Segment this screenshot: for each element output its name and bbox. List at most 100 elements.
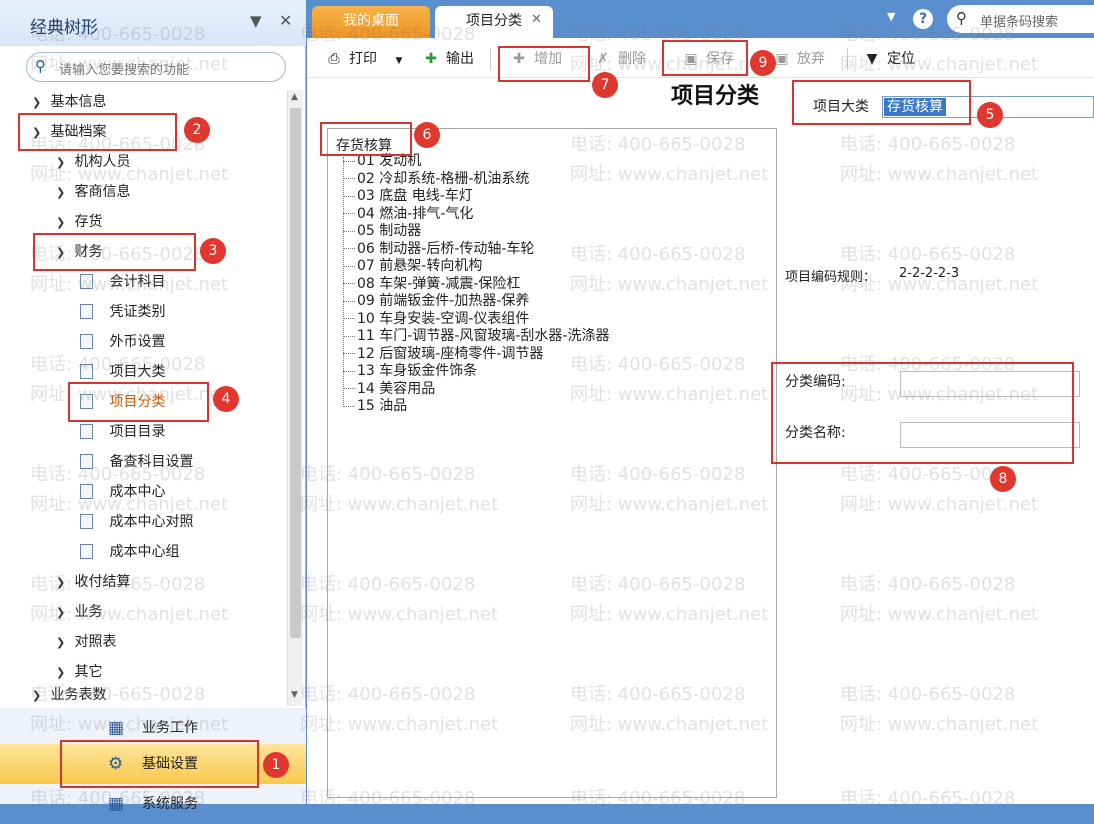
tab-bar: 我的桌面 项目分类 ✕ ▼ ? ⚲ 单据条码搜索 (307, 0, 1094, 38)
scroll-down-icon[interactable]: ▼ (291, 690, 298, 700)
annotation-badge-4: 4 (213, 386, 239, 412)
tab-my-desktop[interactable]: 我的桌面 (312, 6, 430, 38)
close-icon[interactable]: ✕ (279, 11, 292, 30)
tree-node-inventory[interactable]: ❯ 存货 (56, 211, 102, 233)
tree-node-label: 成本中心 (109, 484, 166, 500)
tree-item-label: 11 车门-调节器-风窗玻璃-刮水器-洗涤器 (357, 328, 610, 344)
sidebar-scrollbar[interactable]: ▲ ▼ (287, 90, 303, 706)
code-rule-label: 项目编码规则： (785, 270, 877, 285)
document-icon (80, 303, 93, 319)
tree-item[interactable]: 09 前端钣金件-加热器-保养 (343, 293, 529, 310)
delete-button[interactable]: ✗ 删除 (594, 48, 646, 70)
tree-connector (343, 283, 355, 284)
tree-node-label: 项目目录 (109, 424, 166, 440)
tree-item[interactable]: 02 冷却系统-格栅-机油系统 (343, 171, 529, 188)
annotation-badge-7: 7 (592, 72, 618, 98)
search-icon: ⚲ (35, 57, 46, 75)
print-button[interactable]: ⎙ 打印 ▼ (325, 48, 402, 70)
tree-item[interactable]: 14 美容用品 (343, 381, 435, 398)
annotation-box-5 (792, 80, 971, 125)
tree-item-label: 03 底盘 电线-车灯 (357, 188, 473, 204)
locate-button[interactable]: ▼ 定位 (863, 48, 915, 70)
code-rule-value: 2-2-2-2-3 (899, 266, 960, 281)
tree-item[interactable]: 12 后窗玻璃-座椅零件-调节器 (343, 346, 543, 363)
tree-node-customer-supplier[interactable]: ❯ 客商信息 (56, 181, 130, 203)
tree-node-label: 其它 (74, 664, 103, 680)
chevron-down-icon[interactable]: ▼ (395, 56, 402, 66)
tree-connector (343, 318, 355, 319)
tree-node-label: 成本中心组 (109, 544, 180, 560)
annotation-badge-2: 2 (184, 117, 210, 143)
annotation-box-2 (18, 113, 177, 151)
tree-node-memo-subject[interactable]: 备查科目设置 (80, 451, 193, 473)
discard-icon: ▣ (775, 51, 789, 67)
tree-node-project-list[interactable]: 项目目录 (80, 421, 165, 443)
tree-connector (343, 213, 355, 214)
tree-node-label: 项目大类 (109, 364, 166, 380)
annotation-box-1 (60, 740, 259, 788)
tree-item[interactable]: 05 制动器 (343, 223, 421, 240)
barcode-search-input[interactable]: ⚲ 单据条码搜索 (947, 5, 1094, 33)
function-search-input[interactable]: ⚲ 请输入您要搜索的功能 (26, 52, 286, 82)
annotation-box-7 (498, 46, 590, 82)
tree-node-cost-center[interactable]: 成本中心 (80, 481, 165, 503)
tree-node-label: 基本信息 (50, 94, 107, 110)
tree-node-org-staff[interactable]: ❯ 机构人员 (56, 151, 130, 173)
tree-node-project-category[interactable]: 项目大类 (80, 361, 165, 383)
tree-connector (343, 370, 355, 372)
tree-item-label: 07 前悬架-转向机构 (357, 258, 483, 274)
tree-node-mapping-table[interactable]: ❯ 对照表 (56, 631, 116, 653)
tree-item[interactable]: 03 底盘 电线-车灯 (343, 188, 473, 205)
search-placeholder: 单据条码搜索 (980, 15, 1059, 30)
tree-item-label: 12 后窗玻璃-座椅零件-调节器 (357, 345, 544, 362)
annotation-box-4 (68, 382, 209, 422)
tree-node-basic-info[interactable]: ❯ 基本信息 (32, 91, 106, 113)
printer-icon: ⎙ (328, 51, 340, 67)
scroll-up-icon[interactable]: ▲ (291, 92, 298, 102)
tree-node-currency-setting[interactable]: 外币设置 (80, 331, 165, 353)
tree-node-cost-center-map[interactable]: 成本中心对照 (80, 511, 193, 533)
output-button[interactable]: ✚ 输出 (422, 48, 474, 70)
document-icon (80, 423, 93, 439)
nav-label: 系统服务 (142, 796, 198, 812)
tree-item[interactable]: 08 车架-弹簧-减震-保险杠 (343, 276, 520, 293)
tree-node-label: 业务 (74, 604, 103, 620)
tree-item[interactable]: 10 车身安装-空调-仪表组件 (343, 311, 529, 328)
annotation-box-8 (771, 362, 1074, 464)
annotation-badge-5: 5 (977, 102, 1003, 128)
tab-close-icon[interactable]: ✕ (531, 12, 542, 27)
tree-node-payment-settlement[interactable]: ❯ 收付结算 (56, 571, 130, 593)
tree-connector (343, 300, 355, 302)
tree-item-label: 05 制动器 (357, 223, 422, 239)
tree-item[interactable]: 15 油品 (343, 398, 407, 415)
tree-node-accounting-subject[interactable]: 会计科目 (80, 271, 165, 293)
nav-system-service[interactable]: ▦ 系统服务 (0, 784, 306, 824)
tree-node-other[interactable]: ❯ 其它 (56, 661, 102, 683)
annotation-badge-9: 9 (750, 50, 776, 76)
document-icon (80, 543, 93, 559)
tree-item[interactable]: 04 燃油-排气-气化 (343, 206, 473, 223)
help-icon[interactable]: ? (913, 9, 933, 29)
discard-button[interactable]: ▣ 放弃 (773, 48, 825, 70)
pin-icon[interactable]: ▼ (250, 12, 262, 30)
document-icon (80, 363, 93, 379)
print-label: 打印 (349, 51, 377, 67)
tree-node-voucher-type[interactable]: 凭证类别 (80, 301, 165, 323)
tree-item[interactable]: 07 前悬架-转向机构 (343, 258, 482, 275)
output-label: 输出 (446, 51, 474, 67)
tree-item-label: 10 车身安装-空调-仪表组件 (357, 310, 530, 327)
tree-node-business-params[interactable]: ❯ 业务表数 (32, 686, 106, 704)
document-icon (80, 453, 93, 469)
tree-node-business[interactable]: ❯ 业务 (56, 601, 102, 623)
tree-node-cost-center-group[interactable]: 成本中心组 (80, 541, 179, 563)
tree-item[interactable]: 11 车门-调节器-风窗玻璃-刮水器-洗涤器 (343, 328, 609, 345)
scrollbar-thumb[interactable] (290, 108, 301, 638)
delete-label: 删除 (618, 51, 646, 67)
export-icon: ✚ (425, 51, 437, 67)
tree-item-label: 13 车身钣金件饰条 (357, 363, 478, 379)
tree-node-label: 凭证类别 (109, 304, 166, 320)
tree-item[interactable]: 06 制动器-后桥-传动轴-车轮 (343, 241, 534, 258)
tree-node-label: 存货 (74, 214, 103, 230)
tree-item[interactable]: 13 车身钣金件饰条 (343, 363, 477, 380)
chevron-down-icon[interactable]: ▼ (887, 10, 895, 23)
